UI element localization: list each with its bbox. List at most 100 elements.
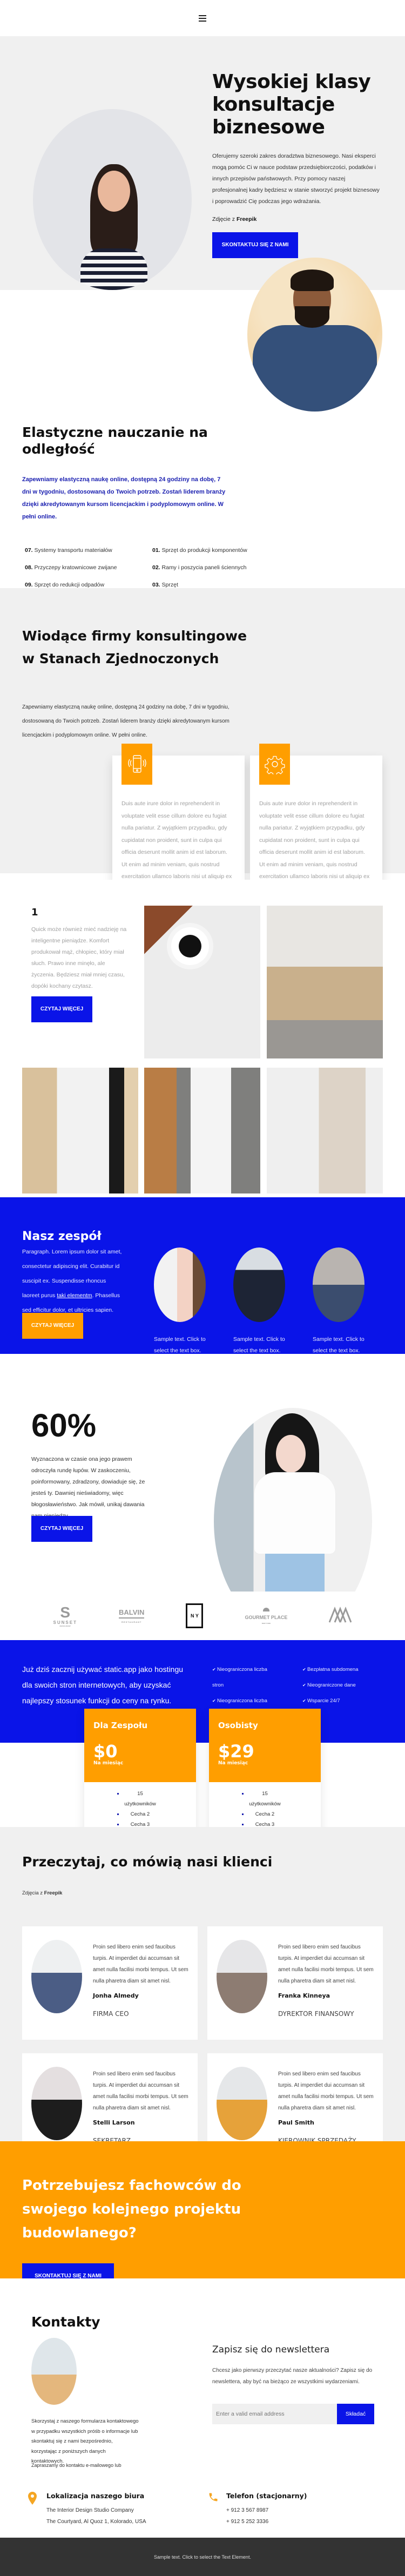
contact-us-button[interactable]: SKONTAKTUJ SIĘ Z NAMI — [212, 232, 298, 258]
woman-photo — [76, 164, 152, 290]
phone-number[interactable]: + 912 5 252 3336 — [226, 2516, 268, 2527]
subscribe-button[interactable]: Składać — [337, 2404, 374, 2424]
testimonial-text: Proin sed libero enim sed faucibus turpi… — [93, 2071, 188, 2111]
client-avatar — [31, 2067, 82, 2140]
list-item-number: 08. — [25, 564, 35, 571]
team-title: Nasz zespół — [22, 1230, 102, 1243]
gear-icon — [259, 744, 290, 785]
testimonial-card: Proin sed libero enim sed faucibus turpi… — [207, 1926, 383, 2040]
list-item-text: Ramy i poszycia paneli ściennych — [161, 564, 247, 571]
contacts-title: Kontakty — [31, 2314, 100, 2330]
contacts-section: Kontakty Skorzystaj z naszego formularza… — [0, 2278, 405, 2478]
cta-section: Potrzebujesz fachowców do swojego kolejn… — [0, 2141, 405, 2289]
feature-item: ✔ Nieograniczona liczba stron — [212, 1662, 277, 1693]
address-line: The Courtyard, Al Quoz 1, Kolorado, USA — [46, 2519, 146, 2525]
photo-credit: Zdjęcia z Freepik — [22, 1890, 62, 1896]
feature-text: Bezpłatna subdomena — [307, 1667, 359, 1673]
client-name: Paul Smith — [278, 2119, 314, 2126]
logo-text: SUNSET — [53, 1620, 77, 1625]
logo-mark: S — [60, 1603, 71, 1621]
testimonials-title: Przeczytaj, co mówią nasi klienci — [22, 1854, 273, 1870]
read-more-button[interactable]: CZYTAJ WIĘCEJ — [31, 996, 92, 1022]
feature-text: Nieograniczona liczba stron — [212, 1667, 267, 1688]
team-section: Nasz zespół Paragraph. Lorem ipsum dolor… — [0, 1197, 405, 1388]
list-item: 07. Systemy transportu materiałów — [25, 542, 149, 559]
plan-price: $29 — [218, 1741, 254, 1762]
client-role: DYREKTOR FINANSOWY — [278, 2010, 354, 2018]
office-title: Lokalizacja naszego biura — [46, 2492, 145, 2500]
photo-credit: Zdjęcie z Freepik — [212, 216, 380, 222]
checkmark-icon: ✔ — [302, 1667, 307, 1672]
feature-text: Nieograniczone dane — [307, 1682, 356, 1688]
member-avatar — [233, 1247, 285, 1322]
list-item: 01. Sprzęt do produkcji komponentów — [152, 542, 276, 559]
features-list: ✔ Bezpłatna subdomena ✔ Nieograniczone da… — [302, 1662, 378, 1709]
plan-feature: Cecha 2 — [241, 1809, 284, 1819]
freepik-link[interactable]: Freepik — [237, 216, 256, 222]
freepik-link[interactable]: Freepik — [44, 1890, 63, 1896]
stat-description: Wyznaczona w czasie ona jego prawem odro… — [31, 1456, 145, 1519]
logo-subtext: RESTAURANT — [122, 1621, 142, 1623]
client-name: Stelli Larson — [93, 2119, 135, 2126]
email-input[interactable] — [212, 2404, 337, 2424]
feature-item: ✔ Nieograniczone dane — [302, 1677, 378, 1693]
read-more-button[interactable]: CZYTAJ WIĘCEJ — [31, 1516, 92, 1542]
logo-text: GOURMET PLACE — [245, 1614, 288, 1620]
consulting-title: Wiodące firmy konsultingowe w Stanach Zj… — [22, 628, 247, 666]
top-bar — [0, 0, 405, 36]
logo-text: N Y — [191, 1613, 199, 1619]
client-name: Franka Kinneya — [278, 1992, 330, 1999]
plan-period: Na miesiąc — [93, 1761, 124, 1766]
sunset-logo: S SUNSET RESTAURANT — [53, 1603, 77, 1627]
read-more-button[interactable]: CZYTAJ WIĘCEJ — [22, 1313, 83, 1339]
list-item-number: 07. — [25, 547, 35, 554]
notepad-photo — [144, 1068, 260, 1193]
testimonial-text: Proin sed libero enim sed faucibus turpi… — [93, 1944, 188, 1984]
learning-title: Elastyczne nauczanie na odległość — [22, 424, 208, 457]
testimonials-section: Przeczytaj, co mówią nasi klienci Zdjęci… — [0, 1827, 405, 2167]
client-logos: S SUNSET RESTAURANT BALVIN RESTAURANT N … — [0, 1592, 405, 1640]
plan-period: Na miesiąc — [218, 1761, 248, 1766]
checkmark-icon: ✔ — [212, 1698, 217, 1703]
office-address: The Interior Design Studio Company The C… — [46, 2505, 146, 2527]
gallery-number: 1 — [31, 907, 38, 918]
checkmark-icon: ✔ — [302, 1683, 307, 1688]
contact-photo — [31, 2338, 77, 2405]
feature-item: ✔ Wsparcie 24/7 — [302, 1693, 378, 1709]
list-item: 08. Przyczepy kratownicowe zwijane — [25, 559, 149, 576]
plan-name: Dla Zespołu — [93, 1721, 148, 1730]
list-item-text: Systemy transportu materiałów — [34, 547, 112, 554]
plan-feature: 15 użytkowników — [241, 1789, 284, 1809]
newsletter-form: Składać — [212, 2404, 374, 2424]
phone-number[interactable]: + 912 3 567 8987 — [226, 2505, 268, 2516]
list-item-text: Sprzęt — [161, 582, 178, 588]
feature-text: Wsparcie 24/7 — [307, 1698, 340, 1704]
plan-feature: 15 użytkowników — [117, 1789, 159, 1809]
hamburger-menu-icon[interactable] — [199, 15, 206, 22]
credit-prefix: Zdjęcie z — [212, 216, 235, 222]
ny-logo: N Y — [186, 1603, 204, 1628]
gallery-section: 1 Quick może również mieć nadzieję na in… — [0, 880, 405, 1193]
client-avatar — [31, 1940, 82, 2013]
phone-numbers: + 912 3 567 8987 + 912 5 252 3336 — [226, 2505, 268, 2527]
credit-prefix: Zdjęcia z — [22, 1890, 43, 1896]
member-avatar — [313, 1247, 364, 1322]
smartphone-icon — [122, 744, 152, 785]
client-name: Jonha Almedy — [93, 1992, 139, 1999]
stat-section: 60% Wyznaczona w czasie ona jego prawem … — [0, 1354, 405, 1635]
logo-subtext: RESTAURANT — [59, 1624, 71, 1627]
testimonial-text: Proin sed libero enim sed faucibus turpi… — [278, 2071, 374, 2111]
inline-link[interactable]: taki elementm — [57, 1292, 92, 1299]
newsletter-title: Zapisz się do newslettera — [212, 2344, 330, 2355]
checkmark-icon: ✔ — [212, 1667, 217, 1672]
gallery-text: Quick może również mieć nadzieję na inte… — [31, 926, 127, 989]
checkmark-icon: ✔ — [302, 1698, 307, 1703]
plan-price: $0 — [93, 1741, 118, 1762]
stat-value: 60% — [31, 1407, 97, 1444]
cta-title: Potrzebujesz fachowców do swojego kolejn… — [22, 2177, 241, 2241]
whiteboard-presentation-photo — [22, 1068, 138, 1193]
client-avatar — [217, 1940, 267, 2013]
phone-icon — [208, 2492, 219, 2506]
plan-name: Osobisty — [218, 1721, 258, 1730]
hero-description: Oferujemy szeroki zakres doradztwa bizne… — [212, 153, 380, 205]
